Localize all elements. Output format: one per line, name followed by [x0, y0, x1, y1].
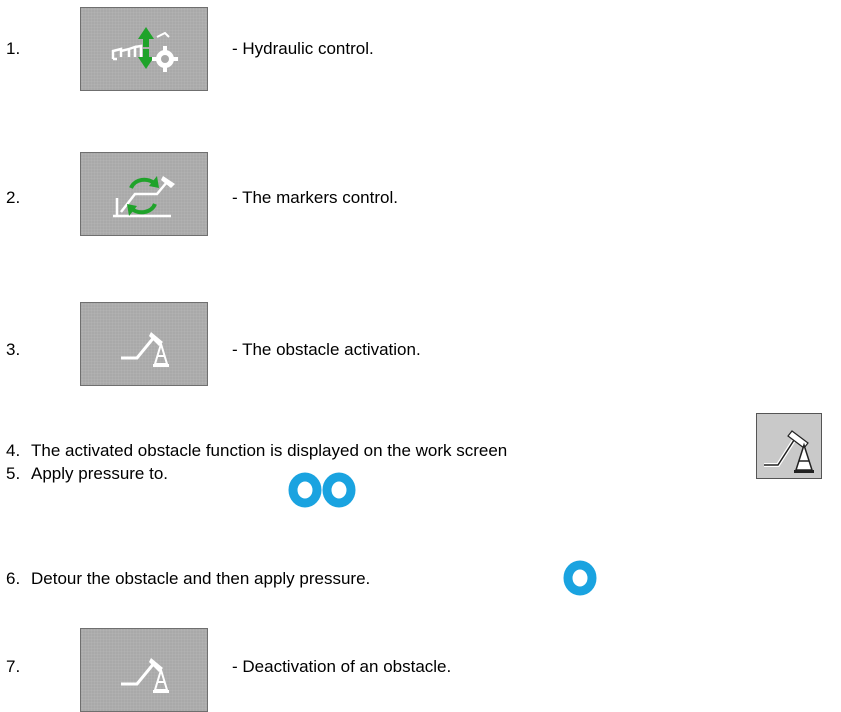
- step-number: 6.: [6, 569, 21, 588]
- hydraulic-control-icon: [111, 27, 178, 72]
- step-description: Apply pressure to.: [31, 464, 169, 483]
- step-number: 7.: [6, 657, 21, 676]
- step-number: 1.: [6, 39, 21, 58]
- obstacle-icon: [121, 658, 169, 693]
- markers-control-icon: [113, 176, 175, 218]
- obstacle-deactivation-button[interactable]: [80, 628, 208, 712]
- hydraulic-control-button[interactable]: [80, 7, 208, 91]
- step-description: Detour the obstacle and then apply press…: [31, 569, 371, 588]
- step-number: 3.: [6, 340, 21, 359]
- step-description: - Deactivation of an obstacle.: [232, 657, 452, 676]
- obstacle-icon: [121, 332, 169, 367]
- step-description: - Hydraulic control.: [232, 39, 374, 58]
- obstacle-indicator: [756, 413, 822, 479]
- step-description: - The markers control.: [232, 188, 398, 207]
- single-press-icon: [563, 560, 597, 596]
- step-number: 5.: [6, 464, 21, 483]
- obstacle-activation-button[interactable]: [80, 302, 208, 386]
- double-press-icon: [288, 472, 356, 508]
- step-number: 4.: [6, 441, 21, 460]
- obstacle-indicator-icon: [764, 430, 814, 473]
- markers-control-button[interactable]: [80, 152, 208, 236]
- step-description: - The obstacle activation.: [232, 340, 421, 359]
- step-number: 2.: [6, 188, 21, 207]
- step-description: The activated obstacle function is displ…: [31, 441, 508, 460]
